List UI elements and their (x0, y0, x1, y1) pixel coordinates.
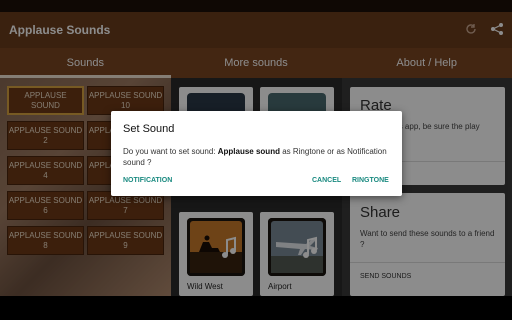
dialog-message-prefix: Do you want to set sound: (123, 147, 218, 156)
dialog-message: Do you want to set sound: Applause sound… (123, 146, 391, 168)
dialog-sound-name: Applause sound (217, 147, 280, 156)
dialog-title: Set Sound (123, 123, 175, 135)
set-sound-dialog: Set Sound Do you want to set sound: Appl… (111, 111, 402, 196)
cancel-button[interactable]: CANCEL (312, 177, 341, 184)
notification-button[interactable]: NOTIFICATION (123, 177, 172, 184)
ringtone-button[interactable]: RINGTONE (352, 177, 389, 184)
